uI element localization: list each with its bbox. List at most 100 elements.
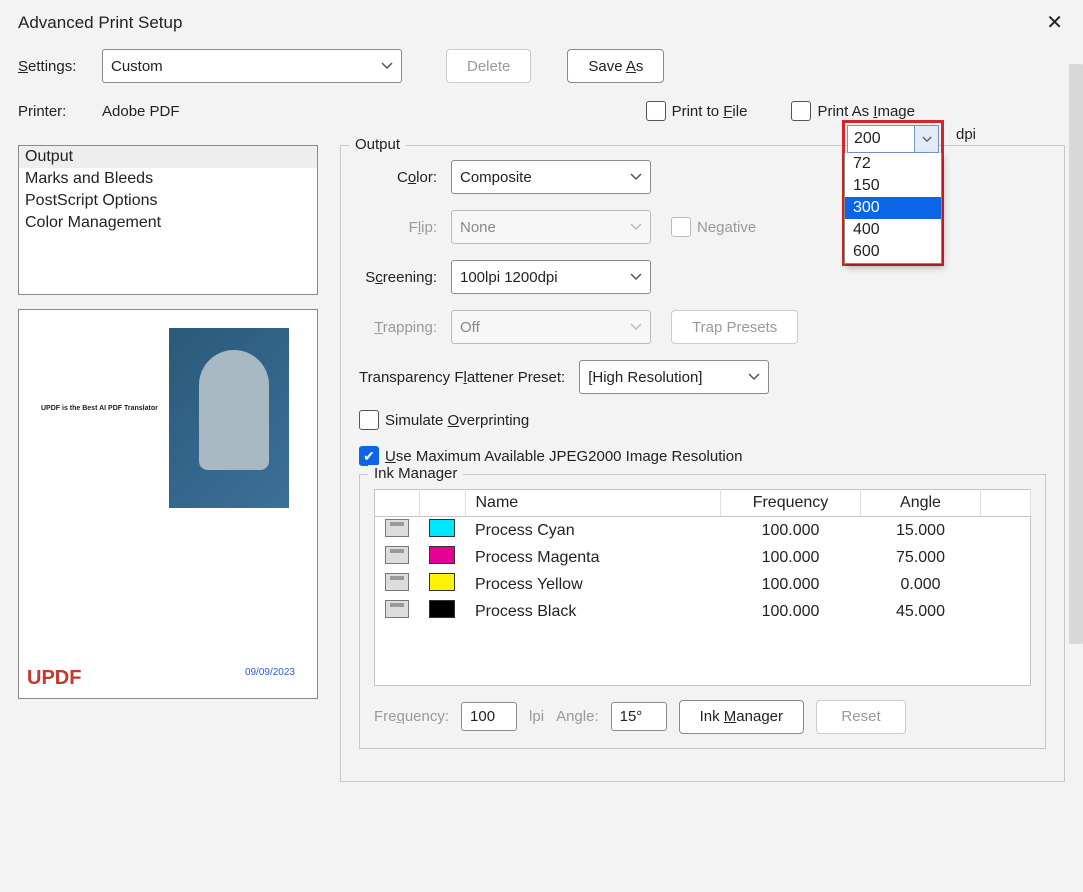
screening-select[interactable]: 100lpi 1200dpi (451, 260, 651, 294)
col-frequency[interactable]: Frequency (721, 490, 861, 517)
dpi-dropdown-list[interactable]: 72150300400600 (844, 153, 942, 264)
dpi-value[interactable]: 200 (847, 125, 915, 153)
flattener-select[interactable]: [High Resolution] (579, 360, 769, 394)
color-select[interactable]: Composite (451, 160, 651, 194)
printer-icon (385, 573, 409, 591)
chevron-down-icon (630, 323, 642, 331)
dpi-option[interactable]: 600 (845, 241, 941, 263)
screening-label: Screening: (359, 269, 437, 286)
printer-icon (385, 519, 409, 537)
simulate-overprint-checkbox[interactable]: Simulate Overprinting (359, 410, 529, 430)
output-legend: Output (349, 136, 406, 153)
angle-input[interactable]: 15° (611, 702, 667, 731)
simulate-overprint-label: Simulate Overprinting (385, 412, 529, 429)
ink-manager-legend: Ink Manager (368, 465, 463, 482)
color-swatch (429, 546, 455, 564)
sidebar-item-postscript[interactable]: PostScript Options (19, 190, 317, 212)
print-preview: UPDF is the Best AI PDF Translator 09/09… (18, 309, 318, 699)
flip-label: Flip: (359, 219, 437, 236)
dpi-option[interactable]: 400 (845, 219, 941, 241)
advanced-print-setup-dialog: Advanced Print Setup ✕ Settings: Custom … (0, 0, 1083, 892)
color-swatch (429, 600, 455, 618)
chevron-down-icon (630, 223, 642, 231)
vertical-scrollbar[interactable] (1069, 64, 1083, 644)
save-as-label: Save As (588, 58, 643, 75)
sidebar-item-output[interactable]: Output (19, 146, 317, 168)
color-swatch (429, 573, 455, 591)
ink-name: Process Black (465, 598, 721, 625)
color-swatch (429, 519, 455, 537)
ink-table: Name Frequency Angle Process Cyan100.000… (374, 489, 1031, 686)
sidebar-item-marks-bleeds[interactable]: Marks and Bleeds (19, 168, 317, 190)
ink-row[interactable]: Process Magenta100.00075.000 (375, 544, 1031, 571)
angle-label: Angle: (556, 708, 599, 725)
dpi-control[interactable]: 200 72150300400600 dpi (842, 120, 962, 266)
col-name[interactable]: Name (465, 490, 721, 517)
dpi-dropdown-button[interactable] (915, 125, 939, 153)
section-listbox[interactable]: Output Marks and Bleeds PostScript Optio… (18, 145, 318, 295)
chevron-down-icon (748, 373, 760, 381)
use-max-jpeg-checkbox[interactable]: ✔ Use Maximum Available JPEG2000 Image R… (359, 446, 742, 466)
ink-angle: 45.000 (861, 598, 981, 625)
lpi-label: lpi (529, 708, 544, 725)
frequency-label: Frequency: (374, 708, 449, 725)
window-title: Advanced Print Setup (18, 13, 182, 33)
printer-label: Printer: (18, 103, 88, 120)
ink-frequency: 100.000 (721, 544, 861, 571)
ink-manager-button[interactable]: Ink Manager (679, 700, 804, 734)
ink-footer: Frequency: 100 lpi Angle: 15° Ink Manage… (374, 700, 1031, 734)
print-as-image-label: Print As Image (817, 103, 915, 120)
ink-angle: 0.000 (861, 571, 981, 598)
trap-presets-button: Trap Presets (671, 310, 798, 344)
ink-frequency: 100.000 (721, 598, 861, 625)
dpi-option[interactable]: 72 (845, 153, 941, 175)
checkbox-icon (791, 101, 811, 121)
ink-row[interactable]: Process Black100.00045.000 (375, 598, 1031, 625)
checkbox-icon (359, 410, 379, 430)
use-max-jpeg-label: Use Maximum Available JPEG2000 Image Res… (385, 448, 742, 465)
ink-name: Process Cyan (465, 517, 721, 545)
chevron-down-icon (381, 62, 393, 70)
print-to-file-checkbox[interactable]: Print to File (646, 101, 748, 121)
preview-date: 09/09/2023 (245, 667, 295, 678)
settings-select[interactable]: Custom (102, 49, 402, 83)
print-as-image-checkbox[interactable]: Print As Image (791, 101, 915, 121)
frequency-input[interactable]: 100 (461, 702, 517, 731)
print-to-file-label: Print to File (672, 103, 748, 120)
ink-frequency: 100.000 (721, 571, 861, 598)
printer-icon (385, 546, 409, 564)
title-bar: Advanced Print Setup ✕ (0, 0, 1083, 41)
ink-manager-fieldset: Ink Manager Name Frequency Angle (359, 474, 1046, 749)
col-angle[interactable]: Angle (861, 490, 981, 517)
trapping-label: Trapping: (359, 319, 437, 336)
save-as-button[interactable]: Save As (567, 49, 664, 83)
sidebar-item-color-mgmt[interactable]: Color Management (19, 212, 317, 234)
preview-caption: UPDF is the Best AI PDF Translator (41, 405, 158, 412)
color-label: Color: (359, 169, 437, 186)
checkbox-icon (671, 217, 691, 237)
printer-icon (385, 600, 409, 618)
negative-checkbox: Negative (671, 217, 756, 237)
close-icon[interactable]: ✕ (1040, 10, 1069, 35)
preview-watermark: UPDF (27, 667, 81, 690)
ink-row[interactable]: Process Cyan100.00015.000 (375, 517, 1031, 545)
ink-frequency: 100.000 (721, 517, 861, 545)
settings-label: Settings: (18, 58, 88, 75)
reset-button: Reset (816, 700, 906, 734)
delete-button[interactable]: Delete (446, 49, 531, 83)
settings-value: Custom (111, 58, 163, 75)
dpi-option[interactable]: 300 (845, 197, 941, 219)
preview-figure (199, 350, 269, 470)
checkbox-checked-icon: ✔ (359, 446, 379, 466)
flattener-label: Transparency Flattener Preset: (359, 369, 565, 386)
ink-row[interactable]: Process Yellow100.0000.000 (375, 571, 1031, 598)
chevron-down-icon (630, 173, 642, 181)
dpi-option[interactable]: 150 (845, 175, 941, 197)
dpi-unit: dpi (956, 126, 976, 143)
flip-select: None (451, 210, 651, 244)
ink-angle: 15.000 (861, 517, 981, 545)
ink-name: Process Yellow (465, 571, 721, 598)
ink-angle: 75.000 (861, 544, 981, 571)
trapping-select: Off (451, 310, 651, 344)
chevron-down-icon (630, 273, 642, 281)
